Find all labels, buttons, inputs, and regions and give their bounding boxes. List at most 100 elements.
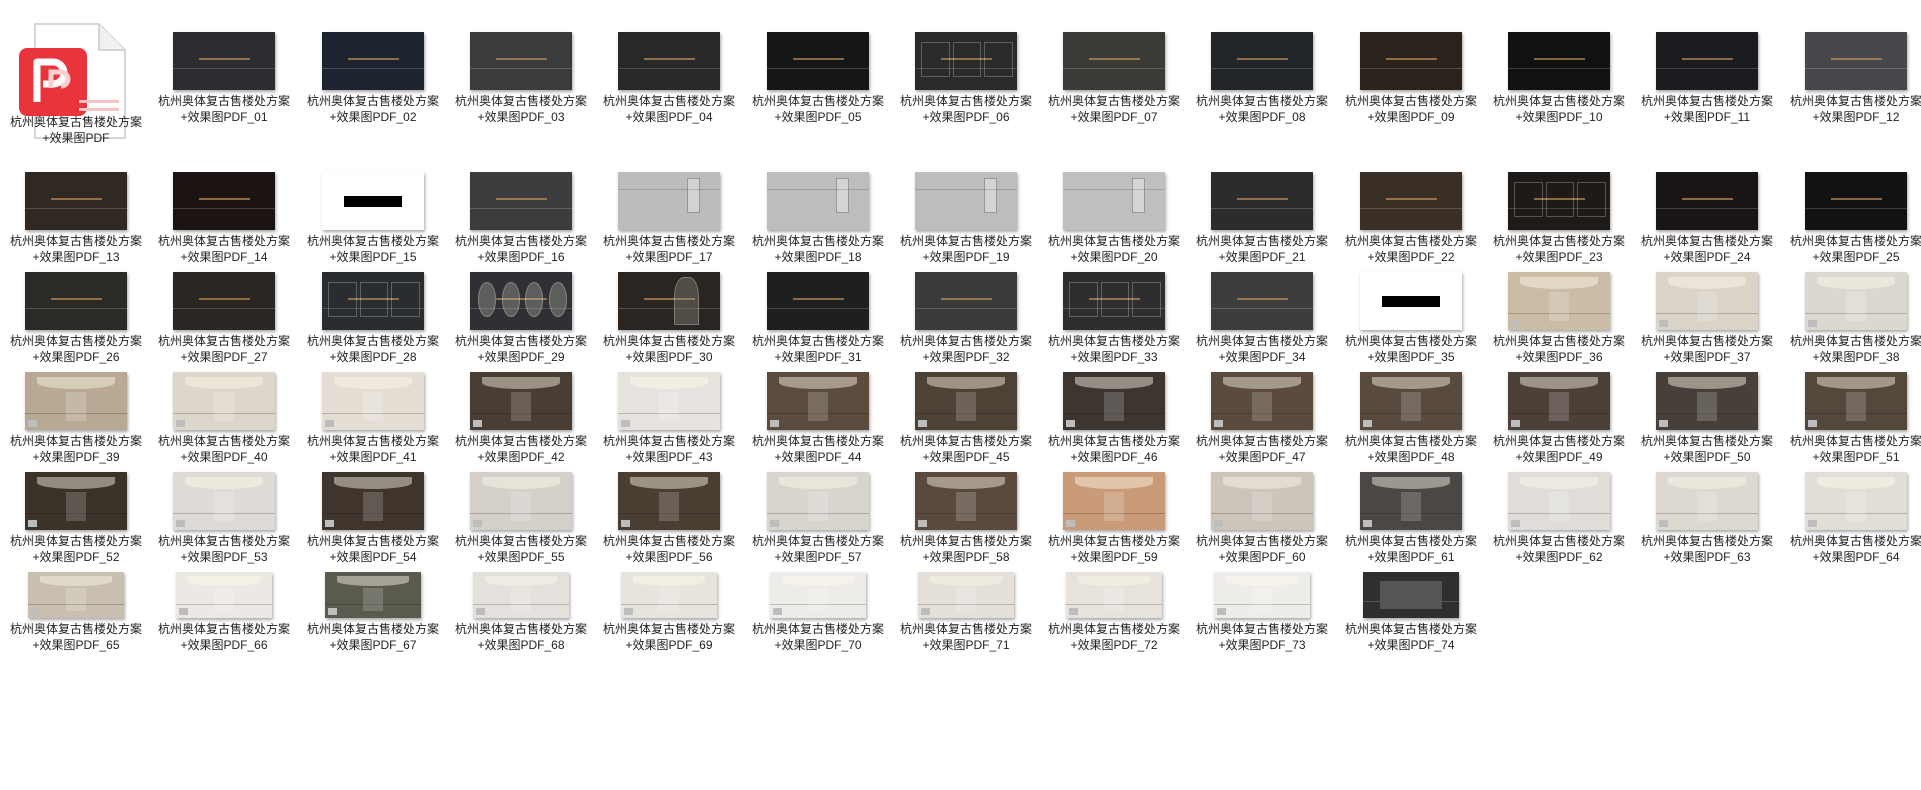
file-item[interactable]: 杭州奥体复古售楼处方案+效果图PDF_73	[1188, 548, 1336, 666]
file-thumbnail	[1211, 372, 1313, 430]
file-item[interactable]: 杭州奥体复古售楼处方案+效果图PDF_05	[744, 10, 892, 128]
file-name: 杭州奥体复古售楼处方案+效果图PDF_74	[1344, 622, 1477, 652]
file-item[interactable]: 杭州奥体复古售楼处方案+效果图PDF_74	[1337, 548, 1485, 666]
file-thumbnail	[621, 572, 717, 618]
file-thumbnail	[618, 472, 720, 530]
file-thumbnail	[1805, 172, 1907, 230]
file-name: 杭州奥体复古售楼处方案+效果图PDF_62	[1492, 534, 1625, 564]
file-item[interactable]: 杭州奥体复古售楼处方案+效果图PDF_07	[1040, 10, 1188, 128]
file-item[interactable]: 杭州奥体复古售楼处方案+效果图PDF_71	[892, 548, 1040, 666]
file-name: 杭州奥体复古售楼处方案+效果图PDF_72	[1047, 622, 1180, 652]
file-name: 杭州奥体复古售楼处方案+效果图PDF_01	[157, 94, 290, 124]
file-thumbnail	[915, 32, 1017, 90]
file-item[interactable]: 杭州奥体复古售楼处方案+效果图PDF_66	[150, 548, 298, 666]
file-name: 杭州奥体复古售楼处方案+效果图PDF_06	[899, 94, 1032, 124]
file-thumbnail	[25, 172, 127, 230]
file-thumbnail	[1805, 372, 1907, 430]
file-item[interactable]: 杭州奥体复古售楼处方案+效果图PDF_10	[1485, 10, 1633, 128]
file-name: 杭州奥体复古售楼处方案+效果图PDF_05	[751, 94, 884, 124]
file-thumbnail	[322, 272, 424, 330]
file-name: 杭州奥体复古售楼处方案+效果图PDF	[9, 115, 142, 145]
file-name: 杭州奥体复古售楼处方案+效果图PDF_10	[1492, 94, 1625, 124]
file-item[interactable]: 杭州奥体复古售楼处方案+效果图PDF_12	[1782, 10, 1921, 128]
file-thumbnail	[1508, 272, 1610, 330]
file-item[interactable]: 杭州奥体复古售楼处方案+效果图PDF_68	[447, 548, 595, 666]
file-thumbnail	[1805, 32, 1907, 90]
file-name: 杭州奥体复古售楼处方案+效果图PDF_12	[1789, 94, 1921, 124]
file-item[interactable]: 杭州奥体复古售楼处方案+效果图PDF_04	[595, 10, 743, 128]
file-item[interactable]: 杭州奥体复古售楼处方案+效果图PDF_09	[1337, 10, 1485, 128]
file-thumbnail	[618, 272, 720, 330]
file-thumbnail	[1656, 172, 1758, 230]
file-thumbnail	[473, 572, 569, 618]
file-thumbnail	[470, 172, 572, 230]
file-thumbnail	[1063, 272, 1165, 330]
file-thumbnail	[915, 472, 1017, 530]
file-name: 杭州奥体复古售楼处方案+效果图PDF_11	[1640, 94, 1773, 124]
file-thumbnail	[25, 472, 127, 530]
file-item[interactable]: 杭州奥体复古售楼处方案+效果图PDF_72	[1040, 548, 1188, 666]
file-thumbnail	[618, 172, 720, 230]
file-item[interactable]: 杭州奥体复古售楼处方案+效果图PDF_64	[1782, 450, 1921, 568]
file-name: 杭州奥体复古售楼处方案+效果图PDF_69	[602, 622, 735, 652]
file-name: 杭州奥体复古售楼处方案+效果图PDF_66	[157, 622, 290, 652]
file-thumbnail	[618, 32, 720, 90]
file-thumbnail	[1211, 32, 1313, 90]
file-thumbnail	[1214, 572, 1310, 618]
file-item[interactable]: 杭州奥体复古售楼处方案+效果图PDF	[2, 10, 150, 148]
file-item[interactable]: 杭州奥体复古售楼处方案+效果图PDF_70	[744, 548, 892, 666]
file-name: 杭州奥体复古售楼处方案+效果图PDF_64	[1789, 534, 1921, 564]
file-thumbnail	[767, 272, 869, 330]
file-item[interactable]: 杭州奥体复古售楼处方案+效果图PDF_06	[892, 10, 1040, 128]
file-item[interactable]: 杭州奥体复古售楼处方案+效果图PDF_03	[447, 10, 595, 128]
file-name: 杭州奥体复古售楼处方案+效果图PDF_04	[602, 94, 735, 124]
file-thumbnail	[767, 472, 869, 530]
file-item[interactable]: 杭州奥体复古售楼处方案+效果图PDF_01	[150, 10, 298, 128]
file-thumbnail	[173, 172, 275, 230]
file-item[interactable]: 杭州奥体复古售楼处方案+效果图PDF_63	[1633, 450, 1781, 568]
file-thumbnail	[322, 372, 424, 430]
file-thumbnail	[1063, 472, 1165, 530]
file-item[interactable]: 杭州奥体复古售楼处方案+效果图PDF_65	[2, 548, 150, 666]
file-thumbnail	[1508, 372, 1610, 430]
file-name: 杭州奥体复古售楼处方案+效果图PDF_07	[1047, 94, 1180, 124]
file-thumbnail	[470, 272, 572, 330]
file-thumbnail	[1508, 472, 1610, 530]
file-thumbnail	[173, 272, 275, 330]
file-thumbnail	[1360, 472, 1462, 530]
file-thumbnail	[1363, 572, 1459, 618]
file-name: 杭州奥体复古售楼处方案+效果图PDF_73	[1195, 622, 1328, 652]
file-name: 杭州奥体复古售楼处方案+效果图PDF_03	[454, 94, 587, 124]
file-item[interactable]: 杭州奥体复古售楼处方案+效果图PDF_08	[1188, 10, 1336, 128]
file-thumbnail	[1656, 272, 1758, 330]
file-thumbnail	[1211, 172, 1313, 230]
file-thumbnail	[1360, 272, 1462, 330]
file-name: 杭州奥体复古售楼处方案+效果图PDF_02	[306, 94, 439, 124]
file-item[interactable]: 杭州奥体复古售楼处方案+效果图PDF_11	[1633, 10, 1781, 128]
file-thumbnail	[325, 572, 421, 618]
file-thumbnail	[176, 572, 272, 618]
file-thumbnail	[1508, 32, 1610, 90]
file-thumbnail	[173, 32, 275, 90]
file-item[interactable]: 杭州奥体复古售楼处方案+效果图PDF_02	[299, 10, 447, 128]
file-thumbnail	[915, 172, 1017, 230]
file-thumbnail	[915, 372, 1017, 430]
file-item[interactable]: 杭州奥体复古售楼处方案+效果图PDF_69	[595, 548, 743, 666]
file-name: 杭州奥体复古售楼处方案+效果图PDF_09	[1344, 94, 1477, 124]
file-name: 杭州奥体复古售楼处方案+效果图PDF_65	[9, 622, 142, 652]
file-name: 杭州奥体复古售楼处方案+效果图PDF_63	[1640, 534, 1773, 564]
file-thumbnail	[770, 572, 866, 618]
file-name: 杭州奥体复古售楼处方案+效果图PDF_08	[1195, 94, 1328, 124]
file-thumbnail	[767, 372, 869, 430]
file-thumbnail	[322, 172, 424, 230]
file-name: 杭州奥体复古售楼处方案+效果图PDF_68	[454, 622, 587, 652]
file-thumbnail	[1063, 372, 1165, 430]
file-thumbnail	[1656, 372, 1758, 430]
file-thumbnail	[1063, 172, 1165, 230]
file-item[interactable]: 杭州奥体复古售楼处方案+效果图PDF_67	[299, 548, 447, 666]
file-item[interactable]: 杭州奥体复古售楼处方案+效果图PDF_62	[1485, 450, 1633, 568]
file-name: 杭州奥体复古售楼处方案+效果图PDF_70	[751, 622, 884, 652]
file-thumbnail	[470, 472, 572, 530]
file-thumbnail	[1211, 472, 1313, 530]
file-thumbnail	[1805, 472, 1907, 530]
